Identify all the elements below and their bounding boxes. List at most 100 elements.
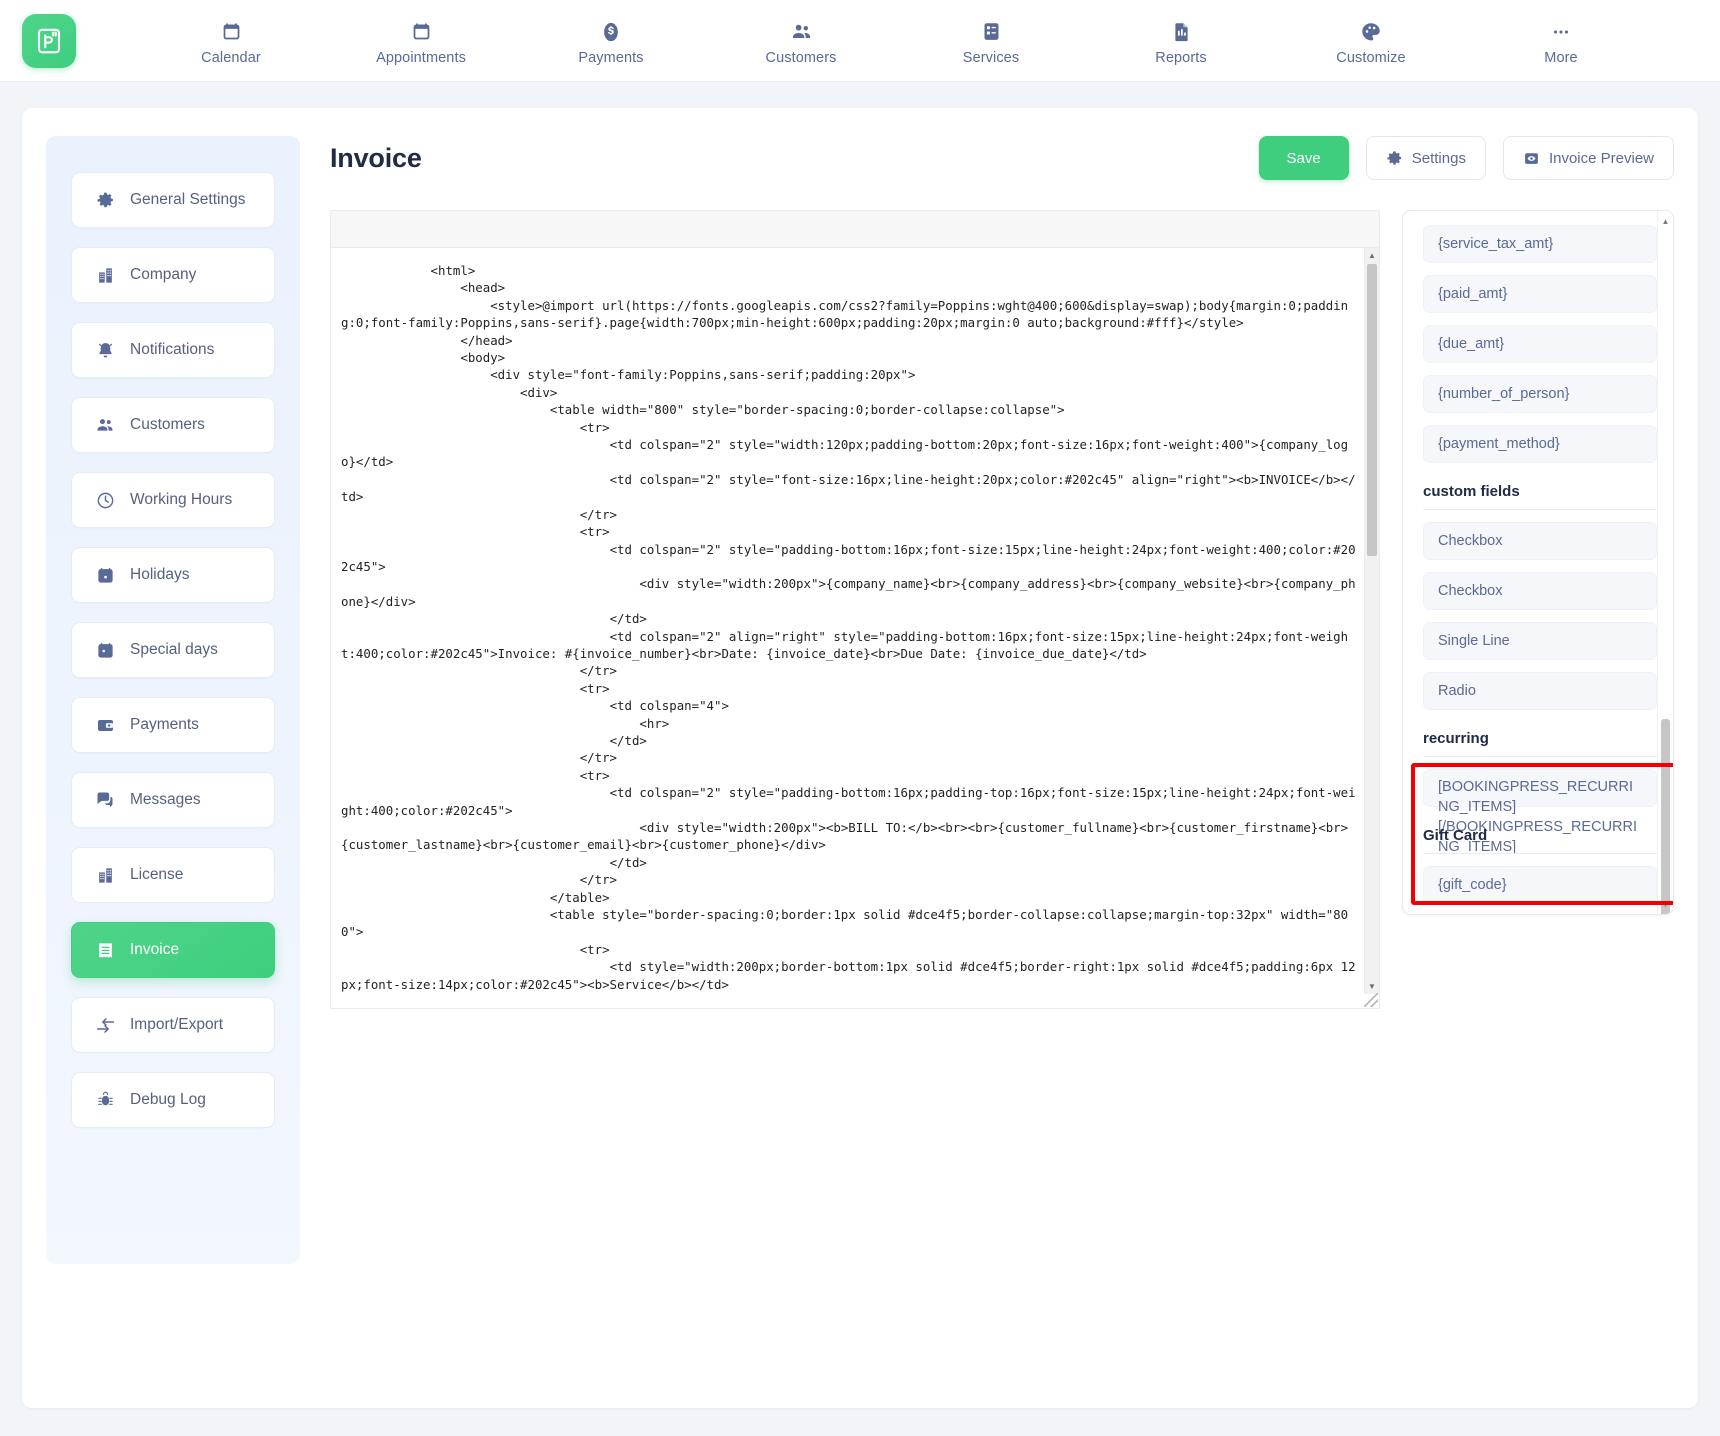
- nav-item-calendar[interactable]: Calendar: [186, 16, 276, 66]
- nav-item-label: Services: [963, 50, 1019, 66]
- invoice-receipt-icon: [94, 941, 116, 960]
- import-export-arrows-icon: [94, 1015, 116, 1036]
- scroll-up-arrow-icon[interactable]: ▲: [1365, 248, 1379, 263]
- appointments-icon: [411, 20, 432, 44]
- editor-scrollbar-thumb[interactable]: [1367, 264, 1377, 556]
- tags-panel-scrollbar[interactable]: ▲ ▼: [1657, 211, 1673, 914]
- calendar-star-icon: [94, 641, 116, 660]
- sidebar-item-invoice[interactable]: Invoice: [71, 922, 275, 978]
- settings-button-label: Settings: [1412, 150, 1466, 167]
- sidebar-item-label: Invoice: [130, 941, 179, 959]
- tag-group-title-gift-card: Gift Card: [1423, 821, 1657, 854]
- sidebar-item-label: Working Hours: [130, 491, 232, 509]
- sidebar-item-license[interactable]: License: [71, 847, 275, 903]
- nav-item-label: Customers: [766, 50, 837, 66]
- sidebar-item-special-days[interactable]: Special days: [71, 622, 275, 678]
- nav-item-label: Payments: [578, 50, 643, 66]
- merge-tags-panel: {service_tax_amt} {paid_amt} {due_amt} {…: [1402, 210, 1674, 915]
- tag-group-title-custom-fields: custom fields: [1423, 477, 1657, 510]
- save-button[interactable]: Save: [1259, 136, 1349, 180]
- page-title: Invoice: [330, 143, 422, 174]
- tag-chip[interactable]: {service_tax_amt}: [1423, 225, 1657, 263]
- sidebar-item-label: Special days: [130, 641, 218, 659]
- nav-item-services[interactable]: Services: [946, 16, 1036, 66]
- bookingpress-logo-icon[interactable]: [22, 14, 76, 68]
- nav-item-customize[interactable]: Customize: [1326, 16, 1416, 66]
- sidebar-item-label: Company: [130, 266, 196, 284]
- save-button-label: Save: [1287, 150, 1321, 167]
- ellipsis-icon: [1550, 20, 1572, 44]
- clock-icon: [94, 491, 116, 510]
- dollar-coin-icon: [600, 20, 622, 44]
- invoice-template-editor[interactable]: <html> <head> <style>@import url(https:/…: [330, 210, 1380, 1009]
- page-header: Invoice Save Settings: [330, 136, 1674, 180]
- bug-icon: [94, 1091, 116, 1110]
- people-icon: [790, 20, 813, 44]
- sidebar-item-notifications[interactable]: Notifications: [71, 322, 275, 378]
- report-document-icon: [1171, 20, 1192, 44]
- building-icon: [94, 866, 116, 885]
- sidebar-item-company[interactable]: Company: [71, 247, 275, 303]
- gear-icon: [1386, 150, 1403, 167]
- building-icon: [94, 266, 116, 285]
- people-icon: [94, 415, 116, 435]
- scroll-up-arrow-icon[interactable]: ▲: [1658, 214, 1673, 228]
- settings-card: General Settings Company Notifications C…: [22, 108, 1698, 1408]
- nav-item-label: Reports: [1155, 50, 1206, 66]
- tag-chip[interactable]: Radio: [1423, 672, 1657, 710]
- sidebar-item-general-settings[interactable]: General Settings: [71, 172, 275, 228]
- sidebar-item-messages[interactable]: Messages: [71, 772, 275, 828]
- nav-item-reports[interactable]: Reports: [1136, 16, 1226, 66]
- eye-preview-icon: [1523, 150, 1540, 167]
- scroll-down-arrow-icon[interactable]: ▼: [1658, 897, 1673, 911]
- nav-item-appointments[interactable]: Appointments: [376, 16, 466, 66]
- sidebar-item-customers[interactable]: Customers: [71, 397, 275, 453]
- wallet-icon: [94, 716, 116, 735]
- gear-icon: [94, 191, 116, 210]
- tag-chip[interactable]: Single Line: [1423, 622, 1657, 660]
- editor-code[interactable]: <html> <head> <style>@import url(https:/…: [341, 262, 1357, 993]
- nav-item-label: More: [1544, 50, 1577, 66]
- settings-button[interactable]: Settings: [1366, 136, 1486, 180]
- sidebar-item-working-hours[interactable]: Working Hours: [71, 472, 275, 528]
- editor-body[interactable]: <html> <head> <style>@import url(https:/…: [331, 248, 1379, 1008]
- editor-toolbar: [331, 211, 1379, 248]
- tags-panel-scrollbar-thumb[interactable]: [1661, 719, 1670, 915]
- editor-resize-handle[interactable]: [1364, 993, 1378, 1007]
- bell-icon: [94, 341, 116, 360]
- editor-scrollbar[interactable]: ▲ ▼: [1364, 248, 1379, 994]
- scroll-down-arrow-icon[interactable]: ▼: [1365, 979, 1379, 994]
- calendar-icon: [221, 20, 242, 44]
- tag-chip[interactable]: {due_amt}: [1423, 325, 1657, 363]
- sidebar-item-debug-log[interactable]: Debug Log: [71, 1072, 275, 1128]
- nav-item-label: Customize: [1336, 50, 1405, 66]
- sidebar-item-import-export[interactable]: Import/Export: [71, 997, 275, 1053]
- tag-chip[interactable]: Checkbox: [1423, 522, 1657, 560]
- sidebar-item-label: Holidays: [130, 566, 189, 584]
- tag-chip[interactable]: {gift_code}: [1423, 866, 1657, 904]
- nav-item-more[interactable]: More: [1516, 16, 1606, 66]
- sidebar-item-label: Messages: [130, 791, 201, 809]
- nav-item-payments[interactable]: Payments: [566, 16, 656, 66]
- calendar-icon: [94, 566, 116, 585]
- sidebar-item-payments[interactable]: Payments: [71, 697, 275, 753]
- chat-bubble-icon: [94, 790, 116, 810]
- sidebar-item-holidays[interactable]: Holidays: [71, 547, 275, 603]
- header-actions: Save Settings Invoice Preview: [1259, 136, 1674, 180]
- tag-chip[interactable]: {payment_method}: [1423, 425, 1657, 463]
- settings-sidebar: General Settings Company Notifications C…: [46, 136, 300, 1264]
- main-content: Invoice Save Settings: [300, 136, 1674, 1384]
- sidebar-item-label: Payments: [130, 716, 199, 734]
- sidebar-item-label: General Settings: [130, 191, 245, 209]
- tag-chip[interactable]: [BOOKINGPRESS_RECURRING_ITEMS] [/BOOKING…: [1423, 769, 1657, 807]
- tag-chip[interactable]: Checkbox: [1423, 572, 1657, 610]
- tag-chip[interactable]: {paid_amt}: [1423, 275, 1657, 313]
- invoice-preview-button[interactable]: Invoice Preview: [1503, 136, 1674, 180]
- top-navigation-bar: Calendar Appointments Payments Customers: [0, 0, 1720, 82]
- nav-item-label: Calendar: [201, 50, 261, 66]
- tag-chip[interactable]: {number_of_person}: [1423, 375, 1657, 413]
- merge-tags-list: {service_tax_amt} {paid_amt} {due_amt} {…: [1403, 211, 1657, 914]
- sidebar-item-label: Debug Log: [130, 1091, 206, 1109]
- nav-item-label: Appointments: [376, 50, 466, 66]
- nav-item-customers[interactable]: Customers: [756, 16, 846, 66]
